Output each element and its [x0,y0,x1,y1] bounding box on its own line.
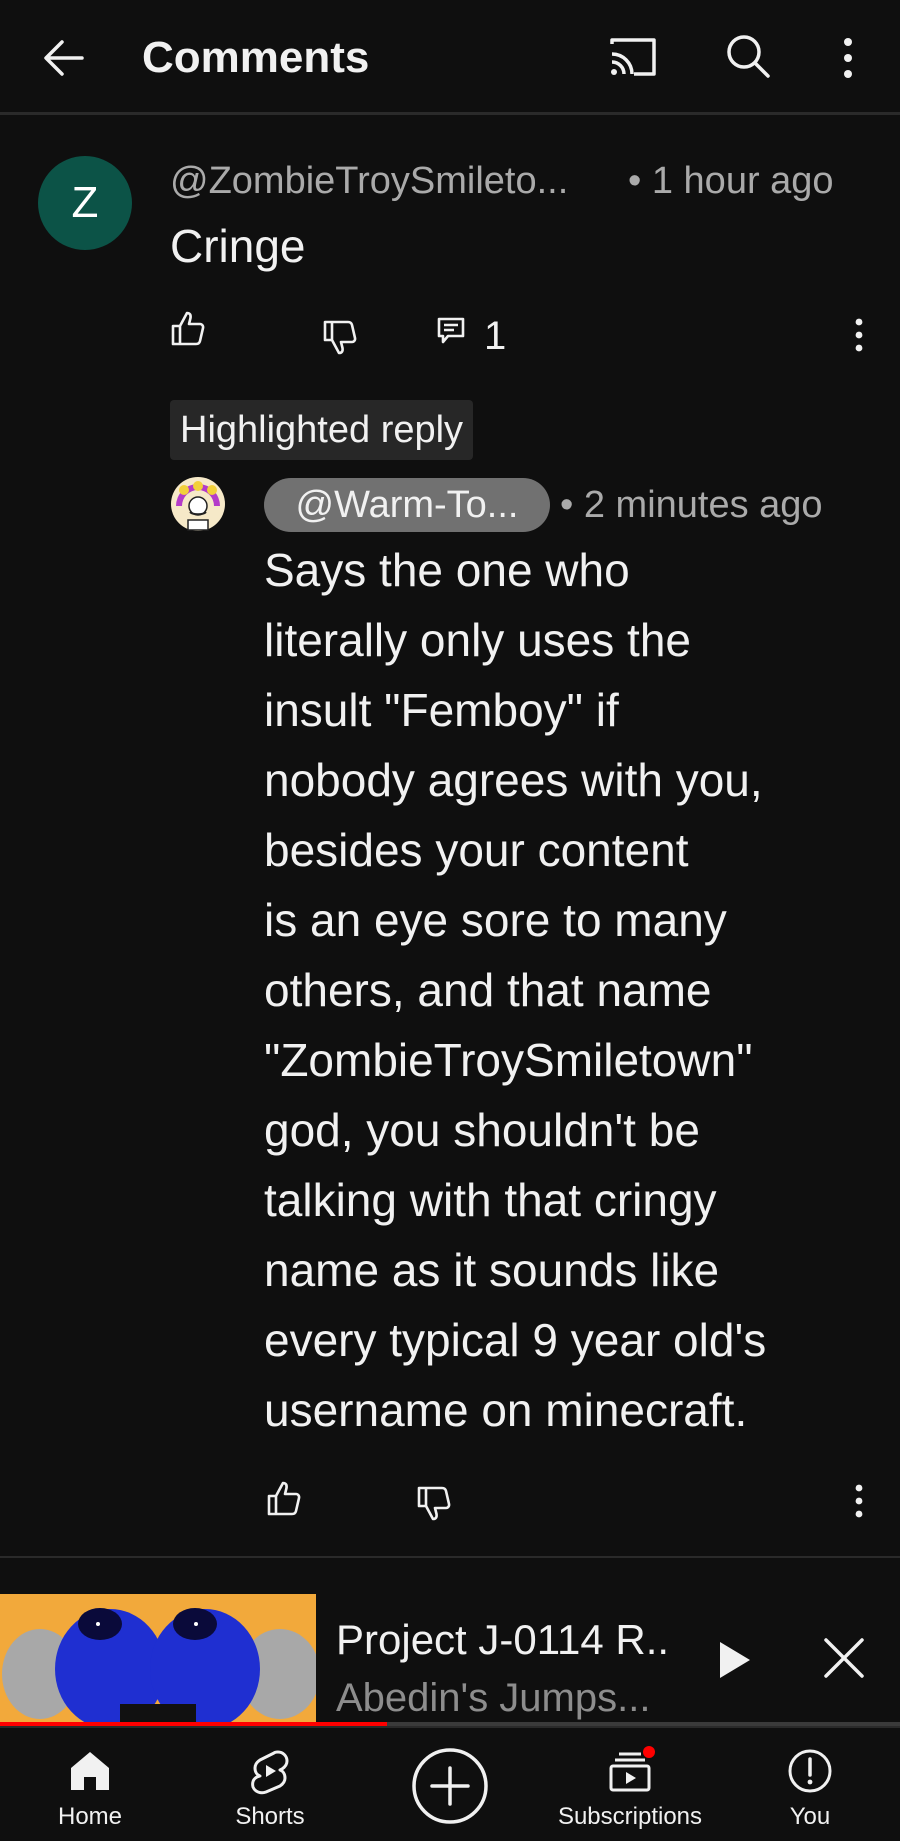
nav-home-label: Home [57,1803,123,1830]
reply-text-line: besides your content [264,824,689,876]
search-icon[interactable] [720,28,776,84]
reply-timestamp: • 2 minutes ago [560,484,823,526]
reply-text-line: nobody agrees with you, [264,754,763,806]
comment-avatar[interactable]: Z [38,156,132,250]
reply-text-line: Says the one who [264,544,630,596]
comment-dislike-icon[interactable] [320,318,360,358]
comment-timestamp: • 1 hour ago [628,160,834,202]
reply-avatar[interactable] [170,476,226,532]
nav-home[interactable]: Home [10,1728,170,1841]
header-divider [0,112,900,115]
mini-player-channel: Abedin's Jumps... [336,1676,651,1720]
reply-text-line: name as it sounds like [264,1244,720,1296]
nav-subscriptions[interactable]: Subscriptions [550,1728,710,1841]
mini-player[interactable]: Project J-0114 R.. Abedin's Jumps... [0,1594,900,1726]
comment-author[interactable]: @ZombieTroySmileto... [170,158,568,204]
page-title: Comments [142,33,370,82]
create-plus-icon[interactable] [410,1746,490,1826]
play-icon[interactable] [712,1638,756,1682]
nav-you[interactable]: You [730,1728,890,1841]
reply-dislike-icon[interactable] [414,1484,454,1524]
reply-count[interactable]: 1 [484,312,506,360]
reply-text-line: is an eye sore to many [264,894,727,946]
mini-player-title[interactable]: Project J-0114 R.. [336,1614,669,1666]
reply-text-line: insult "Femboy" if [264,684,619,736]
section-divider [0,1556,900,1558]
bottom-navigation: Home Shorts Subscriptions You [0,1726,900,1841]
mini-player-thumbnail[interactable] [0,1594,316,1726]
subscriptions-icon [605,1746,655,1796]
more-vertical-icon[interactable] [830,30,866,86]
reply-text: Says the one who literally only uses the… [264,535,864,1445]
close-icon[interactable] [820,1634,868,1682]
reply-author-badge[interactable]: @Warm-To... [264,478,550,532]
shorts-icon [245,1746,295,1796]
top-app-bar: Comments [0,0,900,113]
nav-shorts-label: Shorts [235,1803,305,1830]
reply-like-icon[interactable] [264,1478,304,1518]
comment-reply-icon[interactable] [436,316,466,346]
comment-text: Cringe [170,220,306,272]
reply-text-line: talking with that cringy [264,1174,717,1226]
reply-text-line: username on minecraft. [264,1384,748,1436]
highlighted-reply-label: Highlighted reply [170,400,474,460]
cast-icon[interactable] [604,30,660,86]
reply-text-line: others, and that name [264,964,712,1016]
reply-text-line: every typical 9 year old's [264,1314,767,1366]
reply-text-line: literally only uses the [264,614,691,666]
nav-shorts[interactable]: Shorts [190,1728,350,1841]
nav-subscriptions-label: Subscriptions [557,1803,703,1830]
comment-more-icon[interactable] [852,316,866,354]
reply-text-line: god, you shouldn't be [264,1104,700,1156]
home-icon [65,1746,115,1796]
reply-text-line: "ZombieTroySmiletown" [264,1034,753,1086]
reply-more-icon[interactable] [852,1482,866,1520]
you-alert-icon [785,1746,835,1796]
back-arrow-icon[interactable] [38,30,94,86]
nav-you-label: You [789,1803,831,1830]
comment-like-icon[interactable] [168,308,208,348]
